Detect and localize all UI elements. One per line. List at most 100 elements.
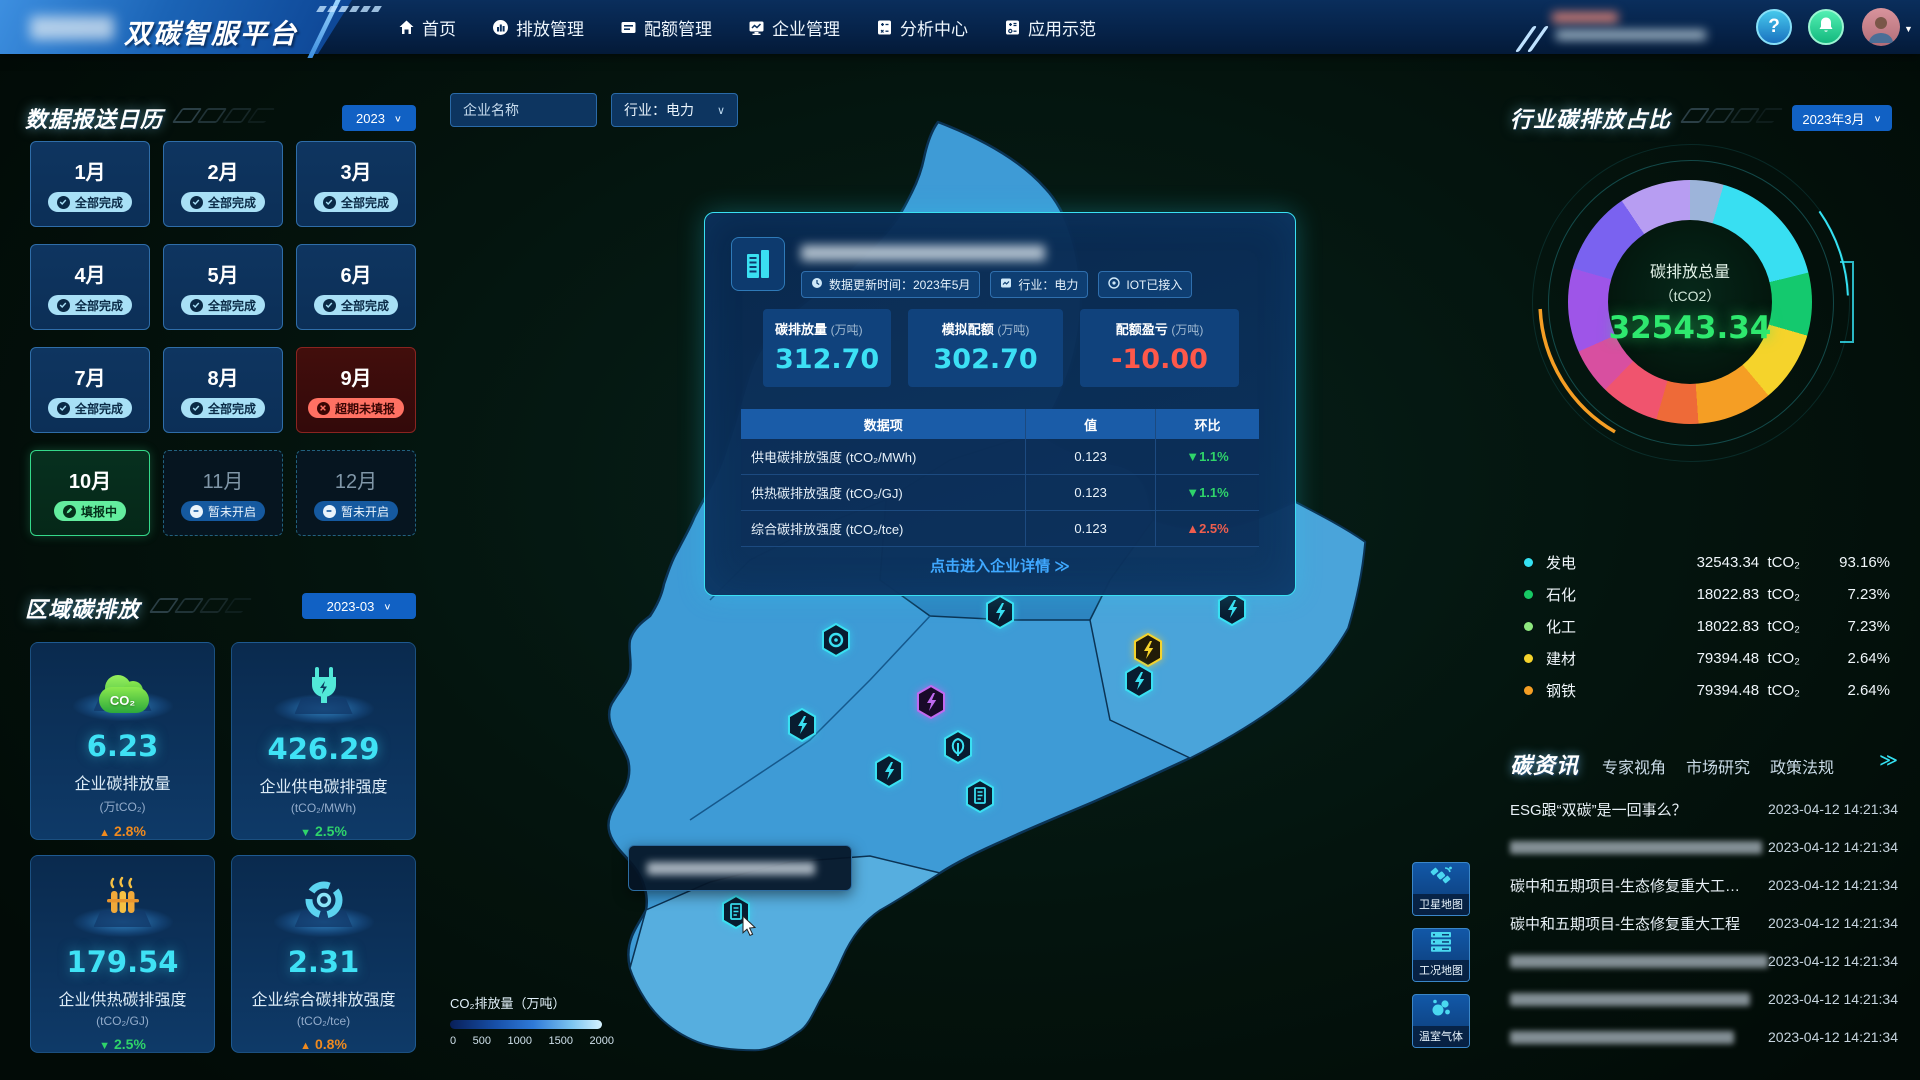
map-marker-gear[interactable]	[821, 623, 851, 657]
legend-dot	[1524, 654, 1533, 663]
calendar-month-aug[interactable]: 8月 全部完成	[163, 347, 283, 433]
minus-icon	[190, 505, 203, 518]
news-item[interactable]: 2023-04-12 14:21:34	[1510, 980, 1898, 1018]
calendar-month-may[interactable]: 5月 全部完成	[163, 244, 283, 330]
chevron-down-icon: ∨	[394, 113, 402, 123]
news-tabs: 专家视角 市场研究 政策法规	[1602, 754, 1834, 778]
legend-item-steel[interactable]: 钢铁 79394.48 tCO₂ 2.64%	[1524, 674, 1890, 706]
home-icon	[398, 19, 415, 36]
composite-target-icon	[304, 880, 344, 925]
bell-icon	[1817, 16, 1835, 39]
calendar-month-nov[interactable]: 11月 暂未开启	[163, 450, 283, 536]
calendar-month-jan[interactable]: 1月 全部完成	[30, 141, 150, 227]
calendar-year-dropdown[interactable]: 2023∨	[342, 105, 416, 131]
app-demo-icon	[1004, 19, 1021, 36]
user-avatar[interactable]	[1862, 8, 1900, 46]
dashboard: 双碳智服平台 首页 排放管理 配额管理 企业管理 分析中心	[0, 0, 1920, 1080]
map-marker-doc[interactable]	[965, 779, 995, 813]
calendar-month-feb[interactable]: 2月 全部完成	[163, 141, 283, 227]
check-icon	[190, 299, 203, 312]
title-slashes-decor	[1685, 108, 1778, 123]
nav-item-analysis[interactable]: 分析中心	[876, 15, 968, 40]
tab-expert-view[interactable]: 专家视角	[1602, 754, 1666, 778]
up-arrow-icon: ▲	[1186, 521, 1199, 536]
user-menu-caret[interactable]: ▼	[1904, 24, 1913, 34]
map-marker-power[interactable]	[1217, 592, 1247, 626]
check-icon	[323, 299, 336, 312]
stat-card-composite-intensity[interactable]: 2.31 企业综合碳排放强度 (tCO₂/tce) ▲0.8%	[231, 855, 416, 1053]
stat-card-emission[interactable]: CO₂ 6.23 企业碳排放量 (万tCO₂) ▲2.8%	[30, 642, 215, 840]
tab-market-research[interactable]: 市场研究	[1686, 754, 1750, 778]
news-item[interactable]: 碳中和五期项目-生态修复重大工程 2023-04-12 14:21:34	[1510, 904, 1898, 942]
nav-item-demo[interactable]: 应用示范	[1004, 15, 1096, 40]
col-header: 环比	[1155, 409, 1259, 439]
news-item[interactable]: 2023-04-12 14:21:34	[1510, 942, 1898, 980]
map-marker-leaf[interactable]	[943, 730, 973, 764]
nav-item-enterprise[interactable]: 企业管理	[748, 15, 840, 40]
news-item[interactable]: 2023-04-12 14:21:34	[1510, 1018, 1898, 1056]
calendar-month-dec[interactable]: 12月 暂未开启	[296, 450, 416, 536]
notification-button[interactable]	[1808, 9, 1844, 45]
news-item[interactable]: 碳中和五期项目-生态修复重大工程... 2023-04-12 14:21:34	[1510, 866, 1898, 904]
delta-badge: ▼2.5%	[300, 823, 347, 839]
check-icon	[57, 299, 70, 312]
legend-dot	[1524, 686, 1533, 695]
status-badge: 全部完成	[181, 295, 265, 315]
legend-item-power[interactable]: 发电 32543.34 tCO₂ 93.16%	[1524, 546, 1890, 578]
legend-item-chemical[interactable]: 化工 18022.83 tCO₂ 7.23%	[1524, 610, 1890, 642]
emission-stat-box: 碳排放量 (万吨) 312.70	[763, 309, 891, 387]
calendar-month-sep[interactable]: 9月 超期未填报	[296, 347, 416, 433]
legend-ticks: 0500100015002000	[450, 1035, 614, 1047]
calendar-month-jun[interactable]: 6月 全部完成	[296, 244, 416, 330]
map-marker-power[interactable]	[1124, 664, 1154, 698]
map-marker-power-alert[interactable]	[1133, 633, 1163, 667]
tab-policy[interactable]: 政策法规	[1770, 754, 1834, 778]
region-month-dropdown[interactable]: 2023-03∨	[302, 593, 416, 619]
legend-gradient-bar	[450, 1020, 602, 1029]
status-badge: 暂未开启	[181, 501, 265, 521]
iot-chip: IOT已接入	[1098, 271, 1192, 298]
nav-item-emission[interactable]: 排放管理	[492, 15, 584, 40]
greenhouse-gas-button[interactable]: 温室气体	[1412, 994, 1470, 1048]
nav-item-home[interactable]: 首页	[398, 15, 456, 40]
map-marker-power[interactable]	[985, 595, 1015, 629]
status-badge: 全部完成	[48, 295, 132, 315]
industry-month-dropdown[interactable]: 2023年3月∨	[1792, 105, 1892, 131]
news-item[interactable]: ESG跟“双碳”是一回事么？ 2023-04-12 14:21:34	[1510, 790, 1898, 828]
calendar-month-apr[interactable]: 4月 全部完成	[30, 244, 150, 330]
slash-decor	[1524, 26, 1554, 52]
map-marker-power[interactable]	[787, 708, 817, 742]
enterprise-detail-link[interactable]: 点击进入企业详情 ≫	[705, 555, 1295, 576]
check-icon	[57, 196, 70, 209]
calendar-month-jul[interactable]: 7月 全部完成	[30, 347, 150, 433]
legend-item-building[interactable]: 建材 79394.48 tCO₂ 2.64%	[1524, 642, 1890, 674]
col-header: 数据项	[741, 409, 1026, 439]
server-icon	[1429, 931, 1453, 960]
calendar-month-oct[interactable]: 10月 填报中	[30, 450, 150, 536]
status-badge: 全部完成	[48, 398, 132, 418]
stat-card-power-intensity[interactable]: 426.29 企业供电碳排强度 (tCO₂/MWh) ▼2.5%	[231, 642, 416, 840]
topbar-redacted-label	[1552, 8, 1752, 48]
app-title: 双碳智服平台	[124, 12, 298, 51]
title-slashes-decor	[177, 108, 270, 123]
status-badge: 暂未开启	[314, 501, 398, 521]
stat-card-heat-intensity[interactable]: 179.54 企业供热碳排强度 (tCO₂/GJ) ▼2.5%	[30, 855, 215, 1053]
map-marker-power-purple[interactable]	[916, 685, 946, 719]
news-more-arrow[interactable]: ≫	[1879, 750, 1898, 771]
down-arrow-icon: ▼	[300, 827, 311, 839]
table-row: 供热碳排放强度 (tCO₂/GJ) 0.123 ▼1.1%	[741, 475, 1259, 511]
condition-map-button[interactable]: 工况地图	[1412, 928, 1470, 982]
nav-item-quota[interactable]: 配额管理	[620, 15, 712, 40]
legend-dot	[1524, 590, 1533, 599]
map-marker-power[interactable]	[874, 754, 904, 788]
legend-item-petrochemical[interactable]: 石化 18022.83 tCO₂ 7.23%	[1524, 578, 1890, 610]
region-title: 区域碳排放	[25, 592, 247, 624]
help-button[interactable]: ?	[1756, 9, 1792, 45]
satellite-map-button[interactable]: 卫星地图	[1412, 862, 1470, 916]
delta-badge: ▲2.8%	[99, 823, 146, 839]
news-item[interactable]: 2023-04-12 14:21:34	[1510, 828, 1898, 866]
calculator-icon	[876, 19, 893, 36]
person-silhouette-icon	[1867, 13, 1895, 43]
calendar-month-mar[interactable]: 3月 全部完成	[296, 141, 416, 227]
check-icon	[57, 402, 70, 415]
